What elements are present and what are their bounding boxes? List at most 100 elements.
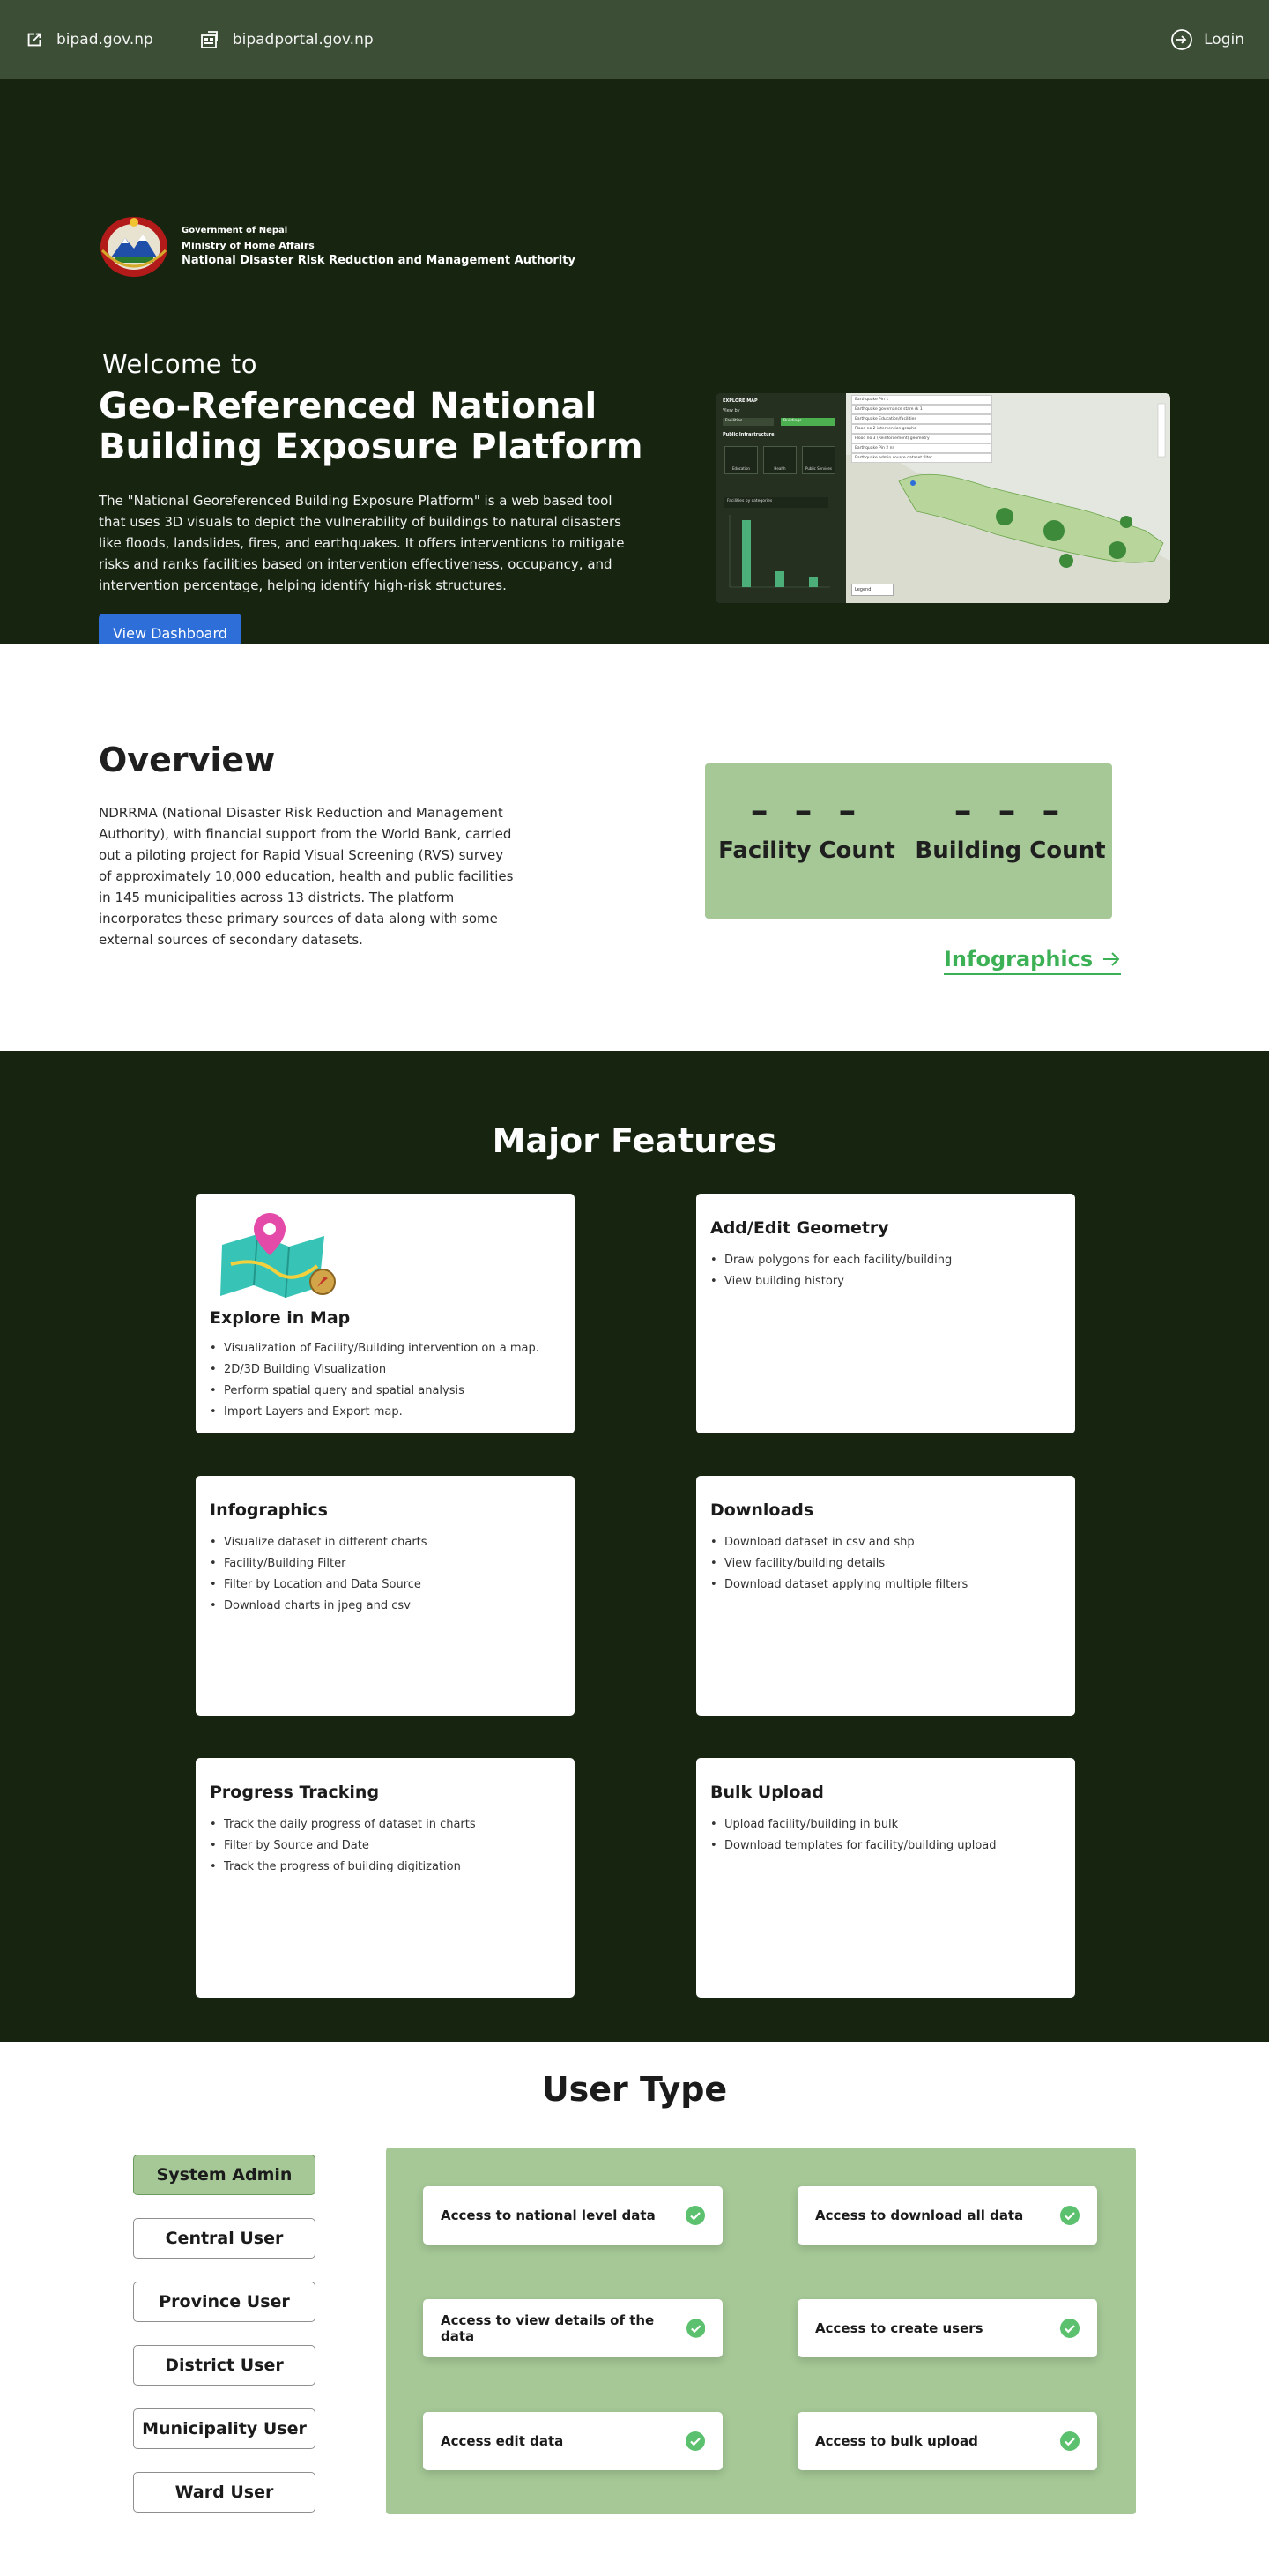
- check-circle-icon: [686, 2319, 705, 2338]
- check-circle-icon: [686, 2206, 705, 2225]
- features-title: Major Features: [492, 1121, 777, 1160]
- feature-list-item: Visualization of Facility/Building inter…: [210, 1338, 539, 1359]
- overview-section: Overview NDRRMA (National Disaster Risk …: [0, 644, 1269, 1051]
- hero-description: The "National Georeferenced Building Exp…: [99, 493, 625, 593]
- org-line-government: Government of Nepal: [182, 225, 288, 235]
- feature-list-item: Visualize dataset in different charts: [210, 1532, 560, 1553]
- role-central-user[interactable]: Central User: [133, 2218, 315, 2259]
- building-count-value: – – –: [954, 791, 1067, 831]
- feature-list-item: Import Layers and Export map.: [210, 1402, 539, 1423]
- org-text: Government of Nepal Ministry of Home Aff…: [182, 223, 575, 268]
- permission-label: Access to view details of the data: [441, 2312, 655, 2344]
- role-ward-user[interactable]: Ward User: [133, 2472, 315, 2513]
- preview-layer-item: Earthquake Education/facilities: [851, 414, 992, 424]
- feature-title: Infographics: [210, 1500, 328, 1520]
- hero-section: Government of Nepal Ministry of Home Aff…: [0, 79, 1269, 652]
- preview-map: Earthquake Pin 1 Earthquake governance s…: [846, 393, 1170, 603]
- feature-card-infographics: Infographics Visualize dataset in differ…: [196, 1476, 575, 1716]
- facility-count-value: – – –: [750, 791, 864, 831]
- user-type-section: User Type System Admin Central User Prov…: [0, 2042, 1269, 2576]
- feature-list-item: Download dataset applying multiple filte…: [710, 1575, 1061, 1596]
- preview-layer-item: Earthquake Pin 1: [851, 395, 992, 405]
- preview-buildings-tab-label: Buildings: [783, 419, 802, 423]
- permission-item: Access edit data: [423, 2412, 723, 2470]
- feature-list-item: Filter by Source and Date: [210, 1835, 560, 1857]
- feature-title: Explore in Map: [210, 1308, 351, 1328]
- feature-title: Add/Edit Geometry: [710, 1218, 889, 1238]
- preview-legend-label: Legend: [855, 587, 872, 592]
- permission-label: Access to download all data: [815, 2207, 1024, 2223]
- feature-list-item: View facility/building details: [710, 1553, 1061, 1575]
- feature-title: Bulk Upload: [710, 1783, 824, 1802]
- feature-card-explore-map: Explore in Map Visualization of Facility…: [196, 1194, 575, 1433]
- stats-panel: – – – Facility Count – – – Building Coun…: [705, 763, 1112, 919]
- bipadportal-link-label: bipadportal.gov.np: [232, 31, 374, 48]
- check-circle-icon: [1060, 2431, 1080, 2451]
- permission-item: Access to view details of the data: [423, 2299, 723, 2357]
- permission-item: Access to download all data: [798, 2186, 1097, 2245]
- role-system-admin[interactable]: System Admin: [133, 2155, 315, 2195]
- dashboard-preview: EXPLORE MAP View by Facilities Buildings…: [716, 393, 1170, 603]
- overview-description: NDRRMA (National Disaster Risk Reduction…: [99, 805, 514, 948]
- preview-view-by: View by: [723, 408, 740, 413]
- bipad-link[interactable]: bipad.gov.np: [25, 30, 153, 49]
- preview-layer-item: Earthquake Pin 2 nr: [851, 443, 992, 453]
- feature-list-item: Track the daily progress of dataset in c…: [210, 1814, 560, 1835]
- feature-list-item: Track the progress of building digitizat…: [210, 1857, 560, 1878]
- permission-label: Access edit data: [441, 2433, 564, 2449]
- feature-list: Draw polygons for each facility/building…: [710, 1250, 1061, 1292]
- preview-cat-public-label: Public Services: [805, 466, 832, 471]
- login-button[interactable]: Login: [1170, 28, 1244, 51]
- preview-layer-item: Earthquake admin source dataset filter: [851, 453, 992, 463]
- preview-layer-item: Flood no 3 (Reinforcement) geometry: [851, 434, 992, 443]
- org-branding: Government of Nepal Ministry of Home Aff…: [99, 212, 575, 279]
- feature-list: Upload facility/building in bulk Downloa…: [710, 1814, 1061, 1857]
- feature-list: Download dataset in csv and shp View fac…: [710, 1532, 1061, 1596]
- permission-item: Access to bulk upload: [798, 2412, 1097, 2470]
- feature-title: Progress Tracking: [210, 1783, 380, 1802]
- preview-facilities-tab-label: Facilities: [725, 419, 743, 423]
- org-line-authority: National Disaster Risk Reduction and Man…: [182, 253, 575, 267]
- feature-list-item: Filter by Location and Data Source: [210, 1575, 560, 1596]
- permission-label: Access to create users: [815, 2320, 983, 2336]
- preview-buildings-tab: Buildings: [781, 418, 835, 426]
- arrow-right-icon: [1103, 952, 1120, 966]
- feature-list: Visualize dataset in different charts Fa…: [210, 1532, 560, 1617]
- permissions-panel: Access to national level data Access to …: [386, 2148, 1136, 2514]
- feature-list-item: Download templates for facility/building…: [710, 1835, 1061, 1857]
- preview-layer-item: Flood no 2 intervention graphs: [851, 424, 992, 434]
- preview-cat-health: Health: [763, 446, 797, 474]
- feature-list-item: Download dataset in csv and shp: [710, 1532, 1061, 1553]
- map-pin-illustration-icon: [220, 1213, 336, 1299]
- feature-card-progress-tracking: Progress Tracking Track the daily progre…: [196, 1758, 575, 1998]
- preview-header: EXPLORE MAP: [723, 398, 758, 404]
- feature-card-add-edit-geometry: Add/Edit Geometry Draw polygons for each…: [696, 1194, 1075, 1433]
- preview-layer-item: Earthquake governance stare rk 1: [851, 405, 992, 414]
- role-district-user[interactable]: District User: [133, 2345, 315, 2386]
- building-count-stat: – – – Building Count: [909, 763, 1112, 919]
- facility-count-label: Facility Count: [718, 838, 895, 864]
- nepal-emblem-icon: [100, 217, 167, 277]
- permission-label: Access to national level data: [441, 2207, 656, 2223]
- overview-title: Overview: [99, 741, 276, 779]
- permission-label: Access to bulk upload: [815, 2433, 978, 2449]
- preview-chart-label: Facilities by categories: [724, 497, 828, 508]
- permission-item: Access to create users: [798, 2299, 1097, 2357]
- feature-list-item: 2D/3D Building Visualization: [210, 1359, 539, 1381]
- org-line-ministry: Ministry of Home Affairs: [182, 239, 315, 251]
- preview-cat-education: Education: [724, 446, 758, 474]
- feature-list-item: Upload facility/building in bulk: [710, 1814, 1061, 1835]
- check-circle-icon: [686, 2431, 705, 2451]
- check-circle-icon: [1060, 2206, 1080, 2225]
- infographics-link[interactable]: Infographics: [944, 947, 1122, 975]
- welcome-text: Welcome to: [102, 349, 257, 379]
- external-link-icon: [27, 33, 41, 47]
- role-province-user[interactable]: Province User: [133, 2282, 315, 2322]
- preview-chart-label-text: Facilities by categories: [727, 499, 773, 503]
- bipadportal-link[interactable]: bipadportal.gov.np: [199, 29, 374, 50]
- features-section: Major Features Explore in Map Visualizat…: [0, 1051, 1269, 2042]
- feature-title: Downloads: [710, 1500, 814, 1520]
- role-municipality-user[interactable]: Municipality User: [133, 2408, 315, 2449]
- feature-list: Track the daily progress of dataset in c…: [210, 1814, 560, 1878]
- user-type-title: User Type: [541, 2070, 728, 2109]
